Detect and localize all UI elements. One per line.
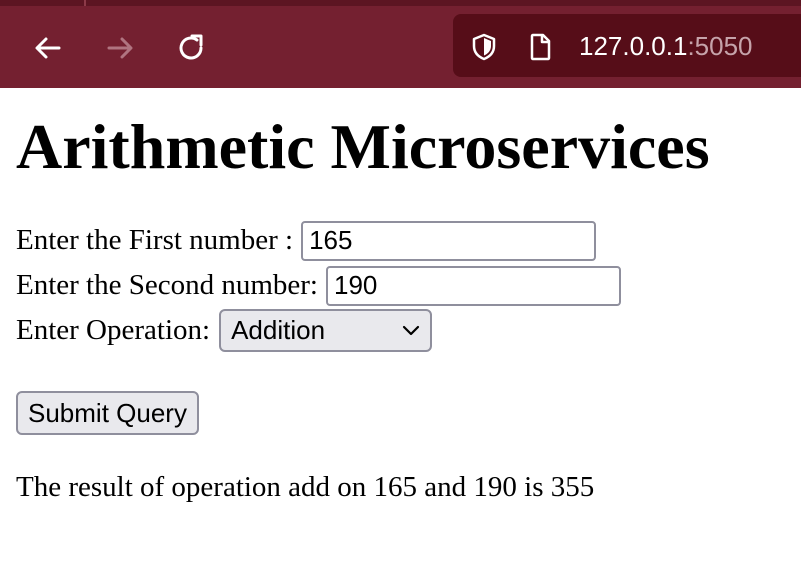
operation-selected-value: Addition — [231, 315, 326, 345]
arithmetic-form: Enter the First number : Enter the Secon… — [16, 218, 786, 435]
back-button[interactable] — [26, 26, 70, 70]
submit-button[interactable]: Submit Query — [16, 391, 199, 435]
url-port: :5050 — [687, 31, 753, 61]
reload-icon — [179, 34, 203, 60]
forward-button[interactable] — [98, 26, 142, 70]
page-content: Arithmetic Microservices Enter the First… — [16, 88, 786, 505]
second-number-row: Enter the Second number: — [16, 263, 786, 308]
chevron-down-icon — [402, 325, 420, 335]
browser-toolbar: 127.0.0.1:5050 — [0, 0, 801, 88]
page-title: Arithmetic Microservices — [16, 111, 710, 182]
first-number-label: Enter the First number : — [16, 224, 294, 256]
operation-label: Enter Operation: — [16, 314, 211, 346]
first-number-input[interactable] — [301, 220, 597, 261]
result-text: The result of operation add on 165 and 1… — [16, 471, 595, 503]
reload-button[interactable] — [170, 26, 214, 70]
url-text[interactable]: 127.0.0.1:5050 — [579, 30, 753, 62]
tab-separator — [84, 0, 86, 6]
forward-arrow-icon — [107, 37, 133, 59]
back-arrow-icon — [35, 37, 61, 59]
shield-icon[interactable] — [469, 32, 499, 62]
operation-row: Enter Operation: Addition — [16, 308, 786, 353]
tab-strip — [0, 0, 801, 6]
second-number-input[interactable] — [326, 265, 621, 306]
url-host: 127.0.0.1 — [579, 31, 688, 61]
page-icon[interactable] — [525, 32, 555, 62]
second-number-label: Enter the Second number: — [16, 269, 318, 301]
url-bar[interactable]: 127.0.0.1:5050 — [453, 14, 801, 77]
first-number-row: Enter the First number : — [16, 218, 786, 263]
operation-select[interactable]: Addition — [219, 309, 433, 352]
